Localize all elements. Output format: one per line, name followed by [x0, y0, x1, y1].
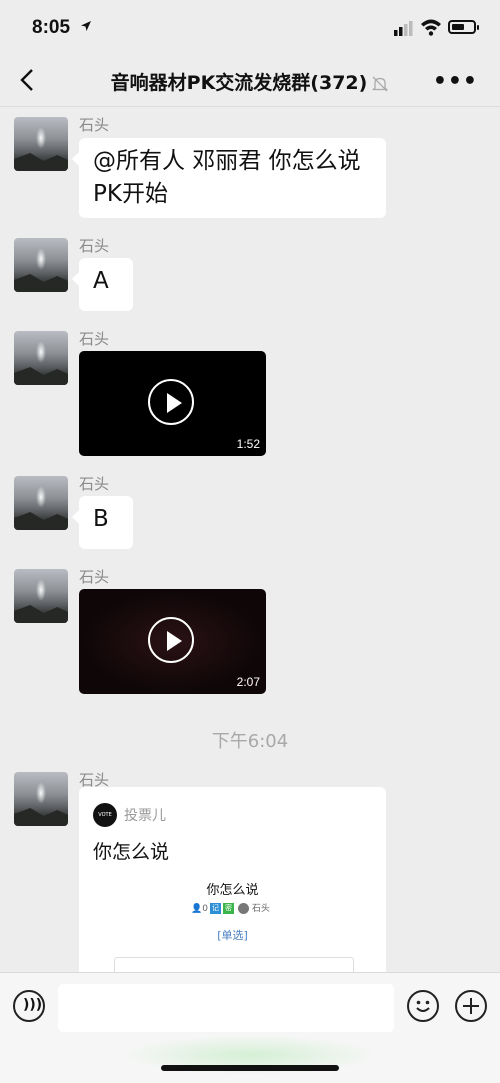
chat-title-text: 音响器材PK交流发烧群(372) — [110, 72, 368, 94]
avatar[interactable] — [14, 331, 68, 385]
video-message[interactable]: 2:07 — [79, 589, 266, 694]
battery-icon — [448, 20, 479, 34]
message-text-line: PK开始 — [93, 181, 168, 207]
cellular-signal-icon — [394, 21, 413, 36]
avatar[interactable] — [14, 772, 68, 826]
chat-timestamp: 下午6:04 — [211, 731, 289, 752]
avatar[interactable] — [14, 476, 68, 530]
vote-app-name: 投票儿 — [124, 808, 166, 824]
home-indicator[interactable] — [161, 1065, 339, 1071]
sender-name: 石头 — [79, 330, 110, 348]
status-time: 8:05 — [32, 17, 71, 38]
participants-count: 0 — [202, 904, 208, 914]
avatar[interactable] — [14, 569, 68, 623]
voice-input-icon[interactable]: ))) — [13, 990, 45, 1022]
vote-preview-title: 你怎么说 — [206, 883, 259, 898]
plus-circle-icon[interactable] — [455, 990, 487, 1022]
vote-card[interactable]: VOTE 投票儿 你怎么说 你怎么说 👤0 记密 石头 [单选] — [79, 787, 386, 987]
sender-name: 石头 — [79, 568, 110, 586]
vote-meta: 👤0 记密 石头 — [191, 901, 270, 914]
message-text: B — [93, 506, 109, 532]
message-text-line: @所有人 邓丽君 你怎么说 — [93, 148, 361, 174]
sender-name: 石头 — [79, 237, 110, 255]
text-bubble[interactable]: B — [72, 496, 133, 549]
input-bar: ))) — [0, 972, 500, 1083]
chat-title: 音响器材PK交流发烧群(372) — [0, 68, 500, 95]
message-input[interactable] — [58, 984, 394, 1032]
text-bubble[interactable]: @所有人 邓丽君 你怎么说 PK开始 — [72, 138, 386, 218]
avatar[interactable] — [14, 238, 68, 292]
participants-icon: 👤 — [191, 904, 203, 914]
wifi-icon — [421, 19, 441, 36]
status-bar: 8:05 — [0, 0, 500, 56]
sender-name: 石头 — [79, 475, 110, 493]
video-duration: 2:07 — [236, 675, 260, 689]
vote-type: [单选] — [217, 929, 248, 942]
play-icon[interactable] — [148, 617, 194, 663]
location-arrow-icon — [81, 21, 91, 31]
video-duration: 1:52 — [236, 437, 260, 451]
text-bubble[interactable]: A — [72, 258, 133, 311]
vote-creator: 石头 — [251, 904, 270, 914]
bell-muted-icon — [372, 76, 389, 91]
tag-secret: 密 — [222, 903, 234, 914]
emoji-icon[interactable] — [407, 990, 439, 1022]
video-message[interactable]: 1:52 — [79, 351, 266, 456]
tag-record: 记 — [209, 903, 221, 914]
play-icon[interactable] — [148, 379, 194, 425]
avatar[interactable] — [14, 117, 68, 171]
vote-card-title: 你怎么说 — [93, 841, 170, 863]
more-dots-icon[interactable]: ••• — [433, 69, 478, 94]
chat-header: 音响器材PK交流发烧群(372) ••• — [0, 56, 500, 107]
vote-app-logo-icon: VOTE — [93, 803, 117, 827]
creator-avatar — [237, 903, 249, 914]
sender-name: 石头 — [79, 116, 110, 134]
message-text: A — [93, 268, 109, 294]
